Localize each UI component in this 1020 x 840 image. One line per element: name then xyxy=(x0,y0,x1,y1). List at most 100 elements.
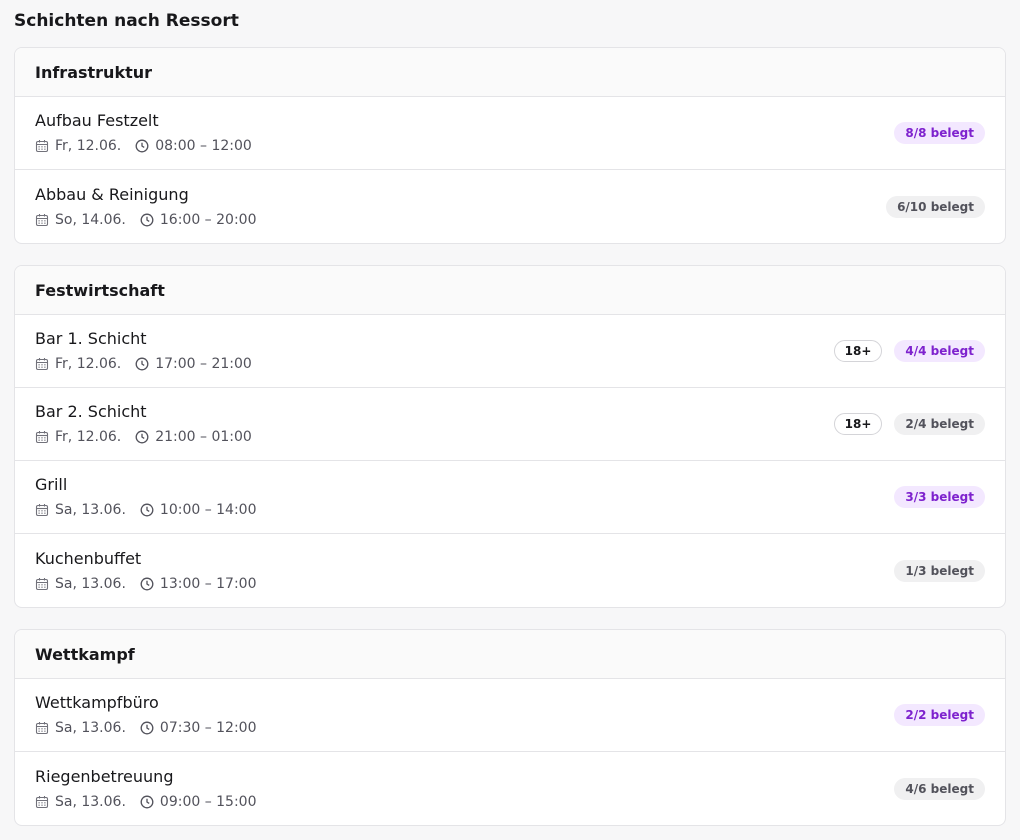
occupancy-badge: 4/4 belegt xyxy=(894,340,985,362)
ressort-group: Infrastruktur Aufbau Festzelt Fr, 12.06. 08… xyxy=(14,47,1006,244)
shift-date-text: Sa, 13.06. xyxy=(55,720,126,736)
shift-date: So, 14.06. xyxy=(35,211,126,229)
occupancy-badge: 8/8 belegt xyxy=(894,122,985,144)
shift-name: Bar 1. Schicht xyxy=(35,329,147,348)
shift-badges: 2/2 belegt xyxy=(894,704,985,726)
shift-date-text: Fr, 12.06. xyxy=(55,429,122,445)
shift-info: Aufbau Festzelt Fr, 12.06. 08:00 – 12:00 xyxy=(35,111,266,155)
shift-name: Grill xyxy=(35,475,68,494)
shift-row[interactable]: Grill Sa, 13.06. 10:00 – 14:00 3/3 belegt xyxy=(15,461,1005,534)
shift-name: Kuchenbuffet xyxy=(35,548,142,568)
shift-name: Riegenbetreuung xyxy=(35,766,174,786)
calendar-icon xyxy=(35,503,49,517)
calendar-icon xyxy=(35,795,49,809)
shift-row[interactable]: Bar 1. Schicht Fr, 12.06. 17:00 – 21:00 18+… xyxy=(15,315,1005,388)
shift-date-text: Sa, 13.06. xyxy=(55,793,126,810)
shift-row[interactable]: Abbau & Reinigung So, 14.06. 16:00 – 20:00… xyxy=(15,170,1005,243)
shift-date-text: Fr, 12.06. xyxy=(55,138,122,154)
calendar-icon xyxy=(35,213,49,227)
shift-time: 10:00 – 14:00 xyxy=(140,501,257,519)
shift-time: 16:00 – 20:00 xyxy=(140,211,257,229)
shift-name: Abbau & Reinigung xyxy=(35,184,189,204)
shift-row[interactable]: Wettkampfbüro Sa, 13.06. 07:30 – 12:00 2/2 … xyxy=(15,679,1005,752)
calendar-icon xyxy=(35,430,49,444)
shift-date-text: Sa, 13.06. xyxy=(55,575,126,592)
group-title: Festwirtschaft xyxy=(15,266,1005,315)
clock-icon xyxy=(135,357,149,371)
shift-date: Fr, 12.06. xyxy=(35,137,121,155)
shift-info: Grill Sa, 13.06. 10:00 – 14:00 xyxy=(35,475,271,519)
shift-date-text: Sa, 13.06. xyxy=(55,502,126,518)
shift-time-text: 17:00 – 21:00 xyxy=(155,356,252,372)
shift-date: Sa, 13.06. xyxy=(35,793,126,811)
page-title: Schichten nach Ressort xyxy=(14,11,239,31)
shift-time: 09:00 – 15:00 xyxy=(140,793,257,811)
occupancy-badge: 4/6 belegt xyxy=(894,777,985,800)
shift-badges: 3/3 belegt xyxy=(894,486,985,508)
shift-time-text: 21:00 – 01:00 xyxy=(155,429,252,445)
shift-meta: Fr, 12.06. 08:00 – 12:00 xyxy=(35,137,266,155)
shift-meta: So, 14.06. 16:00 – 20:00 xyxy=(35,211,270,229)
shift-row[interactable]: Aufbau Festzelt Fr, 12.06. 08:00 – 12:00 8/… xyxy=(15,97,1005,170)
ressort-group: Festwirtschaft Bar 1. Schicht Fr, 12.06. 17… xyxy=(14,265,1006,608)
shift-meta: Fr, 12.06. 21:00 – 01:00 xyxy=(35,428,266,446)
shift-time: 21:00 – 01:00 xyxy=(135,428,252,446)
shift-time-text: 10:00 – 14:00 xyxy=(159,502,257,518)
age-restriction-badge: 18+ xyxy=(833,340,883,362)
occupancy-badge: 2/2 belegt xyxy=(894,704,985,726)
age-restriction-badge: 18+ xyxy=(833,413,883,435)
shift-info: Riegenbetreuung Sa, 13.06. 09:00 – 15:00 xyxy=(35,767,271,811)
shift-info: Kuchenbuffet Sa, 13.06. 13:00 – 17:00 xyxy=(35,549,271,593)
clock-icon xyxy=(140,503,154,517)
shift-row[interactable]: Kuchenbuffet Sa, 13.06. 13:00 – 17:00 1/3 b… xyxy=(15,534,1005,607)
clock-icon xyxy=(140,577,154,591)
shift-badges: 18+ 4/4 belegt xyxy=(833,340,985,362)
shift-badges: 4/6 belegt xyxy=(894,777,985,800)
shift-time-text: 09:00 – 15:00 xyxy=(159,793,257,810)
shift-time-text: 13:00 – 17:00 xyxy=(159,575,257,592)
shift-time-text: 08:00 – 12:00 xyxy=(155,138,252,154)
shift-date: Sa, 13.06. xyxy=(35,501,126,519)
shift-time-text: 16:00 – 20:00 xyxy=(159,211,257,228)
clock-icon xyxy=(140,721,154,735)
shift-date: Sa, 13.06. xyxy=(35,719,126,737)
shift-name: Aufbau Festzelt xyxy=(35,111,159,130)
shift-info: Abbau & Reinigung So, 14.06. 16:00 – 20:00 xyxy=(35,185,270,229)
shift-row[interactable]: Riegenbetreuung Sa, 13.06. 09:00 – 15:00 4/… xyxy=(15,752,1005,825)
shift-date-text: Fr, 12.06. xyxy=(55,356,122,372)
clock-icon xyxy=(140,795,154,809)
shift-name: Bar 2. Schicht xyxy=(35,402,147,421)
shift-meta: Sa, 13.06. 10:00 – 14:00 xyxy=(35,501,271,519)
occupancy-badge: 6/10 belegt xyxy=(886,195,985,218)
clock-icon xyxy=(135,430,149,444)
shift-time-text: 07:30 – 12:00 xyxy=(159,720,257,736)
shift-date: Fr, 12.06. xyxy=(35,355,121,373)
calendar-icon xyxy=(35,721,49,735)
shift-date: Sa, 13.06. xyxy=(35,575,126,593)
shift-badges: 6/10 belegt xyxy=(886,195,985,218)
page: Schichten nach Ressort Infrastruktur Aufb… xyxy=(0,0,1020,840)
shift-meta: Fr, 12.06. 17:00 – 21:00 xyxy=(35,355,266,373)
shift-info: Bar 1. Schicht Fr, 12.06. 17:00 – 21:00 xyxy=(35,329,266,373)
shift-info: Bar 2. Schicht Fr, 12.06. 21:00 – 01:00 xyxy=(35,402,266,446)
shift-time: 13:00 – 17:00 xyxy=(140,575,257,593)
group-list: Infrastruktur Aufbau Festzelt Fr, 12.06. 08… xyxy=(14,47,1006,826)
ressort-group: Wettkampf Wettkampfbüro Sa, 13.06. 07:30 – … xyxy=(14,629,1006,826)
shift-time: 17:00 – 21:00 xyxy=(135,355,252,373)
calendar-icon xyxy=(35,357,49,371)
clock-icon xyxy=(140,213,154,227)
shift-name: Wettkampfbüro xyxy=(35,693,159,712)
shift-badges: 1/3 belegt xyxy=(894,559,985,582)
shift-meta: Sa, 13.06. 09:00 – 15:00 xyxy=(35,793,271,811)
shift-date-text: So, 14.06. xyxy=(55,211,126,228)
occupancy-badge: 1/3 belegt xyxy=(894,559,985,582)
shift-meta: Sa, 13.06. 13:00 – 17:00 xyxy=(35,575,271,593)
shift-date: Fr, 12.06. xyxy=(35,428,121,446)
calendar-icon xyxy=(35,577,49,591)
group-title: Infrastruktur xyxy=(15,48,1005,97)
shift-badges: 18+ 2/4 belegt xyxy=(833,413,985,435)
group-title: Wettkampf xyxy=(15,630,1005,679)
occupancy-badge: 2/4 belegt xyxy=(894,413,985,435)
shift-row[interactable]: Bar 2. Schicht Fr, 12.06. 21:00 – 01:00 18+… xyxy=(15,388,1005,461)
shift-info: Wettkampfbüro Sa, 13.06. 07:30 – 12:00 xyxy=(35,693,271,737)
